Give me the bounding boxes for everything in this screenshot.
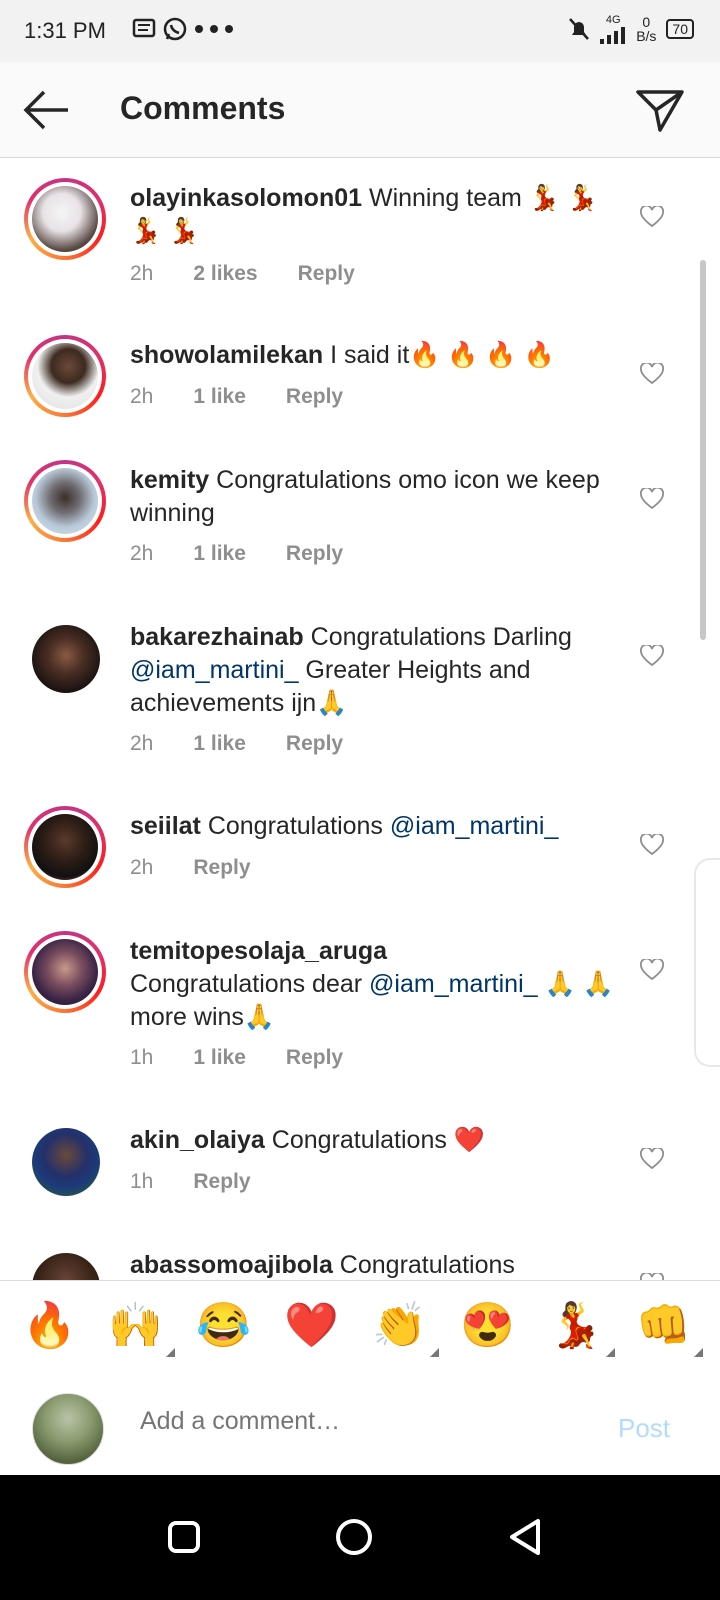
avatar[interactable] xyxy=(24,806,106,888)
comment-time: 2h xyxy=(130,732,154,755)
whatsapp-icon xyxy=(163,17,187,41)
avatar[interactable] xyxy=(24,1120,106,1202)
page-title: Comments xyxy=(120,90,286,126)
message-icon xyxy=(132,18,156,38)
paper-plane-icon[interactable] xyxy=(634,84,686,136)
comment-username[interactable]: olayinkasolomon01 xyxy=(130,184,362,212)
home-icon[interactable] xyxy=(326,1509,382,1565)
skin-tone-indicator xyxy=(605,1348,615,1357)
signal-icon xyxy=(600,27,626,44)
avatar[interactable] xyxy=(24,178,106,260)
system-nav-bar xyxy=(0,1475,720,1600)
comment-text: Congratulations xyxy=(200,812,390,840)
comment-likes[interactable]: 1 like xyxy=(193,542,246,566)
reply-button[interactable]: Reply xyxy=(193,1170,250,1194)
comment-text: Congratulations Darling xyxy=(303,623,572,651)
comment-text: Congratulations dear xyxy=(130,970,370,998)
status-bar: 1:31 PM 4G 0 B/s 70 xyxy=(0,0,720,62)
muted-bell-icon xyxy=(569,18,590,40)
heart-icon[interactable] xyxy=(640,488,664,510)
heart-icon[interactable] xyxy=(640,645,664,667)
comment-username[interactable]: showolamilekan xyxy=(130,341,323,369)
comment-likes[interactable]: 1 like xyxy=(193,385,246,409)
reply-button[interactable]: Reply xyxy=(298,262,355,286)
mention-link[interactable]: @iam_martini_ xyxy=(390,812,558,840)
comment-username[interactable]: kemity xyxy=(130,466,209,494)
reply-button[interactable]: Reply xyxy=(286,385,343,409)
comment-text: I said it🔥 🔥 🔥 🔥 xyxy=(323,341,555,369)
comment-likes[interactable]: 1 like xyxy=(193,1046,246,1070)
arrow-left-icon[interactable] xyxy=(20,84,72,136)
mention-link[interactable]: @iam_martini_ xyxy=(130,656,298,684)
comment-time: 1h xyxy=(130,1046,154,1069)
reply-button[interactable]: Reply xyxy=(286,1046,343,1070)
comment-time: 2h xyxy=(130,856,154,879)
reply-button[interactable]: Reply xyxy=(193,856,250,880)
emoji-fire[interactable]: 🔥 xyxy=(22,1301,77,1351)
speed-value: 0 xyxy=(642,14,651,30)
reply-button[interactable]: Reply xyxy=(286,542,343,566)
top-bar: Comments xyxy=(0,62,720,158)
comment-text: Congratulations ❤️ xyxy=(264,1126,485,1154)
battery-icon: 70 xyxy=(666,19,694,39)
heart-icon[interactable] xyxy=(640,363,664,385)
heart-icon[interactable] xyxy=(640,1148,664,1170)
more-dots-icon xyxy=(195,25,233,33)
emoji-tears-of-joy[interactable]: 😂 xyxy=(196,1301,251,1351)
post-button[interactable]: Post xyxy=(618,1413,670,1444)
skin-tone-indicator xyxy=(429,1348,439,1357)
back-icon[interactable] xyxy=(498,1509,554,1565)
comment-composer: Post xyxy=(0,1377,720,1475)
heart-icon[interactable] xyxy=(640,206,664,228)
heart-icon[interactable] xyxy=(640,834,664,856)
comment-text: Congratulations xyxy=(332,1251,515,1279)
comment-username[interactable]: abassomoajibola xyxy=(130,1251,333,1279)
comment-username[interactable]: temitopesolaja_aruga xyxy=(130,937,387,965)
comment-time: 2h xyxy=(130,542,154,565)
emoji-heart[interactable]: ❤️ xyxy=(284,1301,339,1351)
emoji-heart-eyes[interactable]: 😍 xyxy=(460,1301,515,1351)
comment-username[interactable]: seiilat xyxy=(130,812,201,840)
avatar[interactable] xyxy=(24,460,106,542)
avatar xyxy=(32,1393,104,1465)
edge-panel-handle[interactable] xyxy=(694,858,720,1067)
comment-likes[interactable]: 1 like xyxy=(193,732,246,756)
avatar[interactable] xyxy=(24,931,106,1013)
network-type: 4G xyxy=(605,14,621,26)
speed-unit: B/s xyxy=(636,28,657,44)
heart-icon[interactable] xyxy=(640,959,664,981)
emoji-clap[interactable]: 👏 xyxy=(372,1301,439,1357)
reply-button[interactable]: Reply xyxy=(286,732,343,756)
status-time: 1:31 PM xyxy=(24,18,106,43)
emoji-dancer[interactable]: 💃 xyxy=(548,1301,615,1357)
emoji-bar: 🔥 🙌 😂 ❤️ 👏 😍 💃 👊 xyxy=(0,1280,720,1378)
avatar[interactable] xyxy=(24,335,106,417)
comment-username[interactable]: akin_olaiya xyxy=(130,1126,265,1154)
comment-username[interactable]: bakarezhainab xyxy=(130,623,304,651)
mention-link[interactable]: @iam_martini_ xyxy=(369,970,537,998)
avatar[interactable] xyxy=(24,617,106,699)
comment-time: 2h xyxy=(130,262,154,285)
skin-tone-indicator xyxy=(693,1348,703,1357)
recents-icon[interactable] xyxy=(156,1509,212,1565)
comments-list[interactable]: olayinkasolomon01 Winning team 💃 💃 💃 💃 2… xyxy=(0,158,720,1308)
comment-input[interactable] xyxy=(140,1407,580,1436)
scrollbar[interactable] xyxy=(700,260,706,640)
emoji-fist[interactable]: 👊 xyxy=(636,1301,703,1357)
skin-tone-indicator xyxy=(165,1348,175,1357)
emoji-raised-hands[interactable]: 🙌 xyxy=(108,1301,175,1357)
comment-time: 1h xyxy=(130,1170,154,1193)
comment-time: 2h xyxy=(130,385,154,408)
comment-likes[interactable]: 2 likes xyxy=(193,262,257,286)
